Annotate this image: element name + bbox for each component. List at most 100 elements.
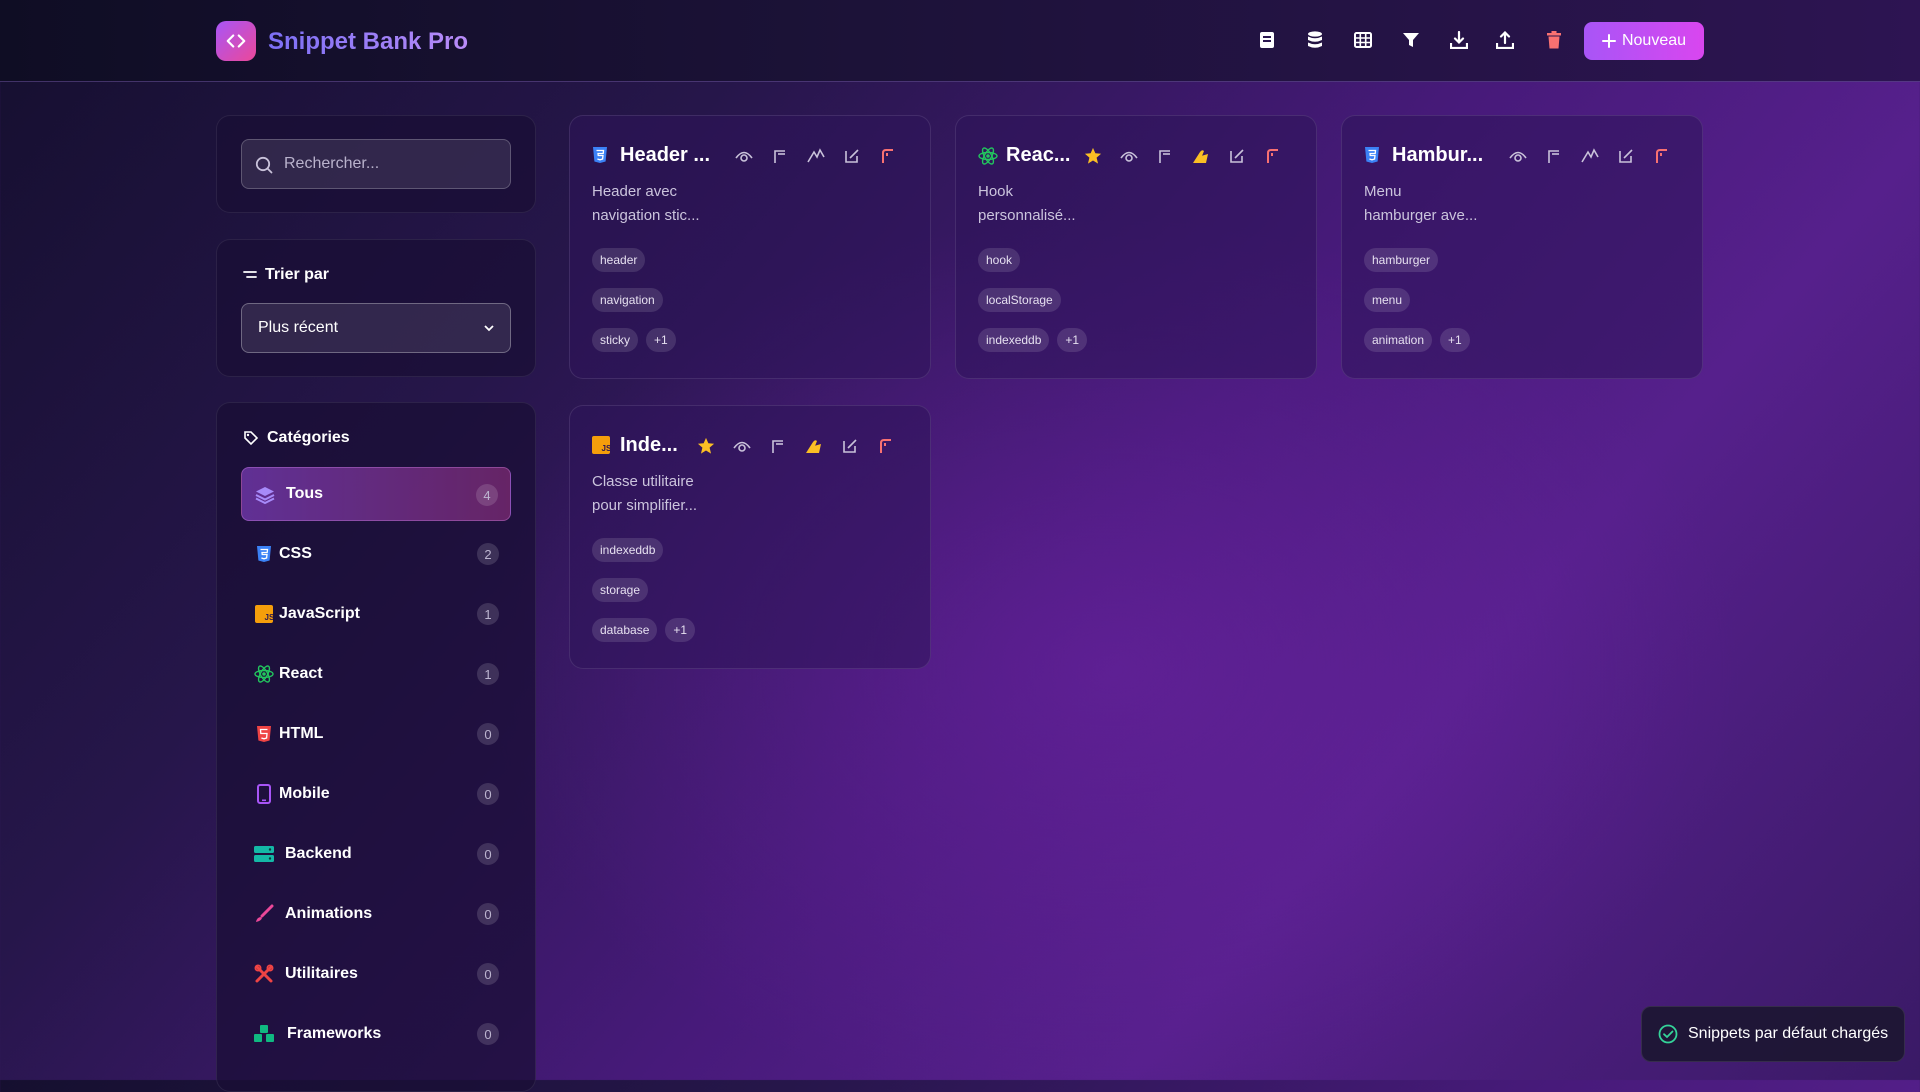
copy-icon[interactable] — [768, 146, 792, 166]
category-count: 0 — [477, 783, 499, 805]
mobile-icon — [253, 783, 275, 805]
download-icon[interactable] — [1448, 29, 1470, 51]
star-icon[interactable] — [694, 436, 718, 456]
categories-title-label: Catégories — [267, 429, 350, 446]
categories-panel: Catégories Tous 4 CSS 2 JS JavaScript 1 … — [216, 402, 536, 1092]
sort-select[interactable]: Plus récent — [241, 303, 511, 353]
top-bar: Snippet Bank Pro Nouveau — [0, 0, 1920, 82]
more-tags-badge[interactable]: +1 — [665, 618, 696, 642]
delete-icon[interactable] — [876, 146, 900, 166]
css-icon — [592, 146, 610, 164]
favorite-toggle-icon[interactable] — [1578, 146, 1602, 166]
star-icon[interactable] — [1081, 146, 1105, 166]
description-line: Hook — [978, 183, 1014, 200]
toast-message: Snippets par défaut chargés — [1688, 1025, 1889, 1042]
book-icon[interactable] — [1256, 29, 1278, 51]
tag[interactable]: localStorage — [978, 288, 1061, 312]
snippet-card[interactable]: Header ... Header avec navigation stic..… — [569, 115, 931, 379]
view-icon[interactable] — [730, 436, 754, 456]
description-line: Header avec — [592, 183, 678, 200]
view-icon[interactable] — [1117, 146, 1141, 166]
category-count: 0 — [477, 843, 499, 865]
delete-icon[interactable] — [874, 436, 898, 456]
more-tags-badge[interactable]: +1 — [646, 328, 676, 352]
database-icon[interactable] — [1304, 29, 1326, 51]
category-item-html[interactable]: HTML 0 — [241, 707, 511, 761]
edit-icon[interactable] — [1225, 146, 1249, 166]
tag-list: indexeddb storage database +1 — [592, 538, 762, 642]
upload-icon[interactable] — [1494, 29, 1516, 51]
tag[interactable]: animation — [1364, 328, 1433, 352]
view-icon[interactable] — [732, 146, 756, 166]
category-count: 0 — [477, 903, 499, 925]
snippet-description: Classe utilitaire pour simplifier... — [592, 470, 742, 518]
trash-icon[interactable] — [1543, 29, 1565, 51]
svg-text:JS: JS — [602, 444, 611, 453]
snippet-title: Inde... — [620, 434, 678, 456]
snippet-card[interactable]: Reac... Hook personnalisé... hook localS… — [955, 115, 1317, 379]
card-actions — [694, 436, 898, 456]
tag[interactable]: header — [592, 248, 646, 272]
category-item-backend[interactable]: Backend 0 — [241, 827, 511, 881]
favorite-toggle-icon[interactable] — [802, 436, 826, 456]
tag[interactable]: hamburger — [1364, 248, 1439, 272]
search-icon — [255, 156, 273, 174]
copy-icon[interactable] — [1542, 146, 1566, 166]
snippet-title: Hambur... — [1392, 144, 1484, 166]
delete-icon[interactable] — [1650, 146, 1674, 166]
snippet-card[interactable]: Hambur... Menu hamburger ave... hamburge… — [1341, 115, 1703, 379]
snippet-card[interactable]: JS Inde... Classe utilitaire pour simpli… — [569, 405, 931, 669]
tag[interactable]: sticky — [592, 328, 638, 352]
edit-icon[interactable] — [840, 146, 864, 166]
category-item-mobile[interactable]: Mobile 0 — [241, 767, 511, 821]
grid-icon[interactable] — [1352, 29, 1374, 51]
sort-icon — [243, 269, 257, 281]
favorite-toggle-icon[interactable] — [804, 146, 828, 166]
category-label: Backend — [285, 845, 352, 862]
copy-icon[interactable] — [766, 436, 790, 456]
category-count: 2 — [477, 543, 499, 565]
tag[interactable]: hook — [978, 248, 1021, 272]
javascript-icon: JS — [592, 436, 610, 454]
favorite-toggle-icon[interactable] — [1189, 146, 1213, 166]
category-item-react[interactable]: React 1 — [241, 647, 511, 701]
search-input[interactable] — [282, 140, 502, 188]
tag[interactable]: indexeddb — [592, 538, 664, 562]
edit-icon[interactable] — [1614, 146, 1638, 166]
tag[interactable]: indexeddb — [978, 328, 1050, 352]
snippet-title: Header ... — [620, 144, 711, 166]
more-tags-badge[interactable]: +1 — [1440, 328, 1470, 352]
category-item-javascript[interactable]: JS JavaScript 1 — [241, 587, 511, 641]
categories-title: Catégories — [243, 429, 350, 447]
cubes-icon — [253, 1023, 275, 1045]
css-icon — [253, 543, 275, 565]
more-tags-badge[interactable]: +1 — [1057, 328, 1088, 352]
tag[interactable]: database — [592, 618, 658, 642]
description-line: pour simplifier... — [592, 497, 698, 514]
filter-icon[interactable] — [1400, 29, 1422, 51]
app-title: Snippet Bank Pro — [268, 28, 469, 55]
tag[interactable]: storage — [592, 578, 649, 602]
tag[interactable]: menu — [1364, 288, 1411, 312]
edit-icon[interactable] — [838, 436, 862, 456]
card-actions — [1081, 146, 1285, 166]
tag[interactable]: navigation — [592, 288, 663, 312]
new-button-label: Nouveau — [1621, 32, 1687, 49]
category-count: 4 — [476, 484, 498, 506]
category-label: Frameworks — [287, 1025, 382, 1042]
description-line: navigation stic... — [592, 207, 700, 224]
view-icon[interactable] — [1506, 146, 1530, 166]
category-item-css[interactable]: CSS 2 — [241, 527, 511, 581]
description-line: Menu — [1364, 183, 1402, 200]
card-actions — [1506, 146, 1674, 166]
category-item-tous[interactable]: Tous 4 — [241, 467, 511, 521]
category-label: React — [279, 665, 323, 682]
toast-notification: Snippets par défaut chargés — [1641, 1006, 1905, 1062]
copy-icon[interactable] — [1153, 146, 1177, 166]
delete-icon[interactable] — [1261, 146, 1285, 166]
search-field[interactable] — [241, 139, 511, 189]
category-item-animations[interactable]: Animations 0 — [241, 887, 511, 941]
new-snippet-button[interactable]: Nouveau — [1584, 22, 1704, 60]
category-item-frameworks[interactable]: Frameworks 0 — [241, 1007, 511, 1061]
category-item-utilitaires[interactable]: Utilitaires 0 — [241, 947, 511, 1001]
